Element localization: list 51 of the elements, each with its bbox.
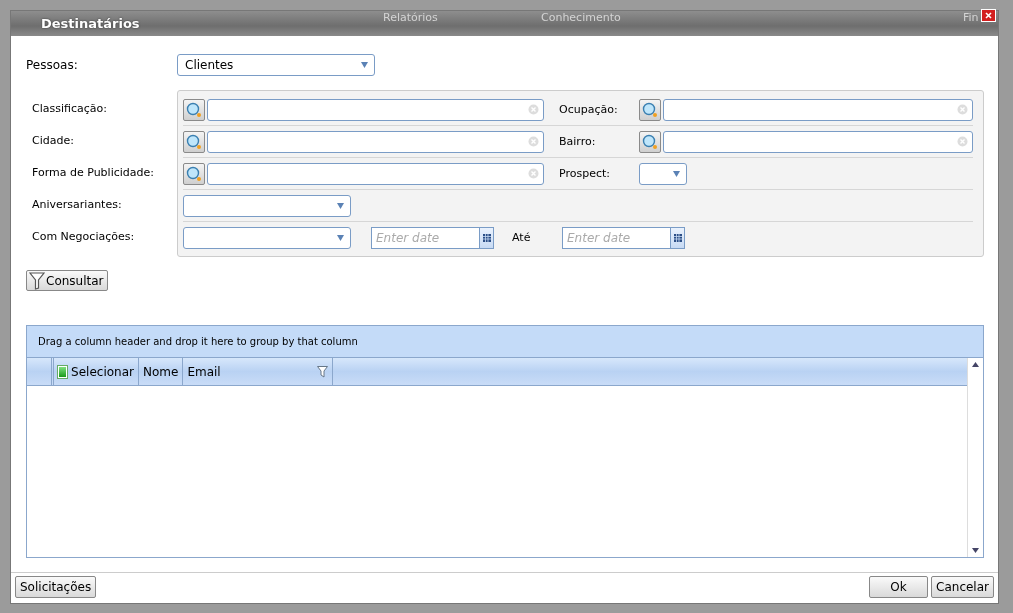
- input-field[interactable]: [663, 130, 973, 153]
- input-field[interactable]: [207, 98, 544, 121]
- search-button[interactable]: [639, 130, 661, 153]
- caret-icon: [337, 202, 344, 209]
- caret-icon: [337, 234, 344, 241]
- field-label: Prospect:: [558, 167, 611, 180]
- calendar-icon[interactable]: [479, 226, 494, 249]
- search-button[interactable]: [183, 162, 205, 185]
- field-label: Forma de Publicidade:: [32, 165, 155, 181]
- search-button[interactable]: [183, 130, 205, 153]
- column-header[interactable]: Email: [183, 358, 334, 385]
- close-button[interactable]: [981, 9, 996, 22]
- footer-button[interactable]: Ok: [869, 576, 929, 598]
- caret-icon: [361, 62, 368, 68]
- filter-icon: [29, 271, 45, 290]
- column-header[interactable]: Selecionar: [54, 358, 139, 385]
- field-label: Aniversariantes:: [32, 197, 123, 213]
- column-header[interactable]: Nome: [139, 358, 184, 385]
- dropdown[interactable]: [639, 162, 687, 185]
- input-field[interactable]: [207, 130, 544, 153]
- date-field[interactable]: Enter date: [562, 226, 670, 249]
- field-label: Cidade:: [32, 133, 75, 149]
- filter-icon[interactable]: [317, 365, 329, 378]
- background-menu-label: Conhecimento: [541, 11, 621, 24]
- consultar-button[interactable]: Consultar: [26, 270, 108, 291]
- search-button[interactable]: [639, 98, 661, 121]
- background-menu-label: Fin: [963, 11, 979, 24]
- search-button[interactable]: [183, 98, 205, 121]
- field-label: Com Negociações:: [32, 229, 136, 245]
- footer-button[interactable]: Cancelar: [931, 576, 994, 598]
- input-field[interactable]: [207, 162, 544, 185]
- field-label: Bairro:: [558, 135, 597, 148]
- dropdown[interactable]: [183, 226, 351, 249]
- select-all-icon[interactable]: [58, 365, 68, 378]
- date-field[interactable]: Enter date: [371, 226, 479, 249]
- scroll-up-icon[interactable]: [972, 362, 979, 367]
- dropdown[interactable]: Clientes: [177, 54, 375, 76]
- background-menu-label: Relatórios: [383, 11, 438, 24]
- close-icon: [985, 12, 992, 19]
- footer-button[interactable]: Solicitações: [15, 576, 97, 598]
- field-label: Até: [512, 231, 532, 244]
- caret-icon: [673, 170, 680, 177]
- field-label: Classificação:: [32, 101, 108, 117]
- input-field[interactable]: [663, 98, 973, 121]
- scroll-down-icon[interactable]: [972, 548, 979, 553]
- calendar-icon[interactable]: [670, 226, 685, 249]
- field-label: Ocupação:: [558, 103, 619, 116]
- dropdown[interactable]: [183, 194, 351, 217]
- window-title: Destinatários: [41, 16, 140, 31]
- group-panel: Drag a column header and drop it here to group by that column: [27, 326, 983, 358]
- field-label: Pessoas:: [26, 58, 79, 72]
